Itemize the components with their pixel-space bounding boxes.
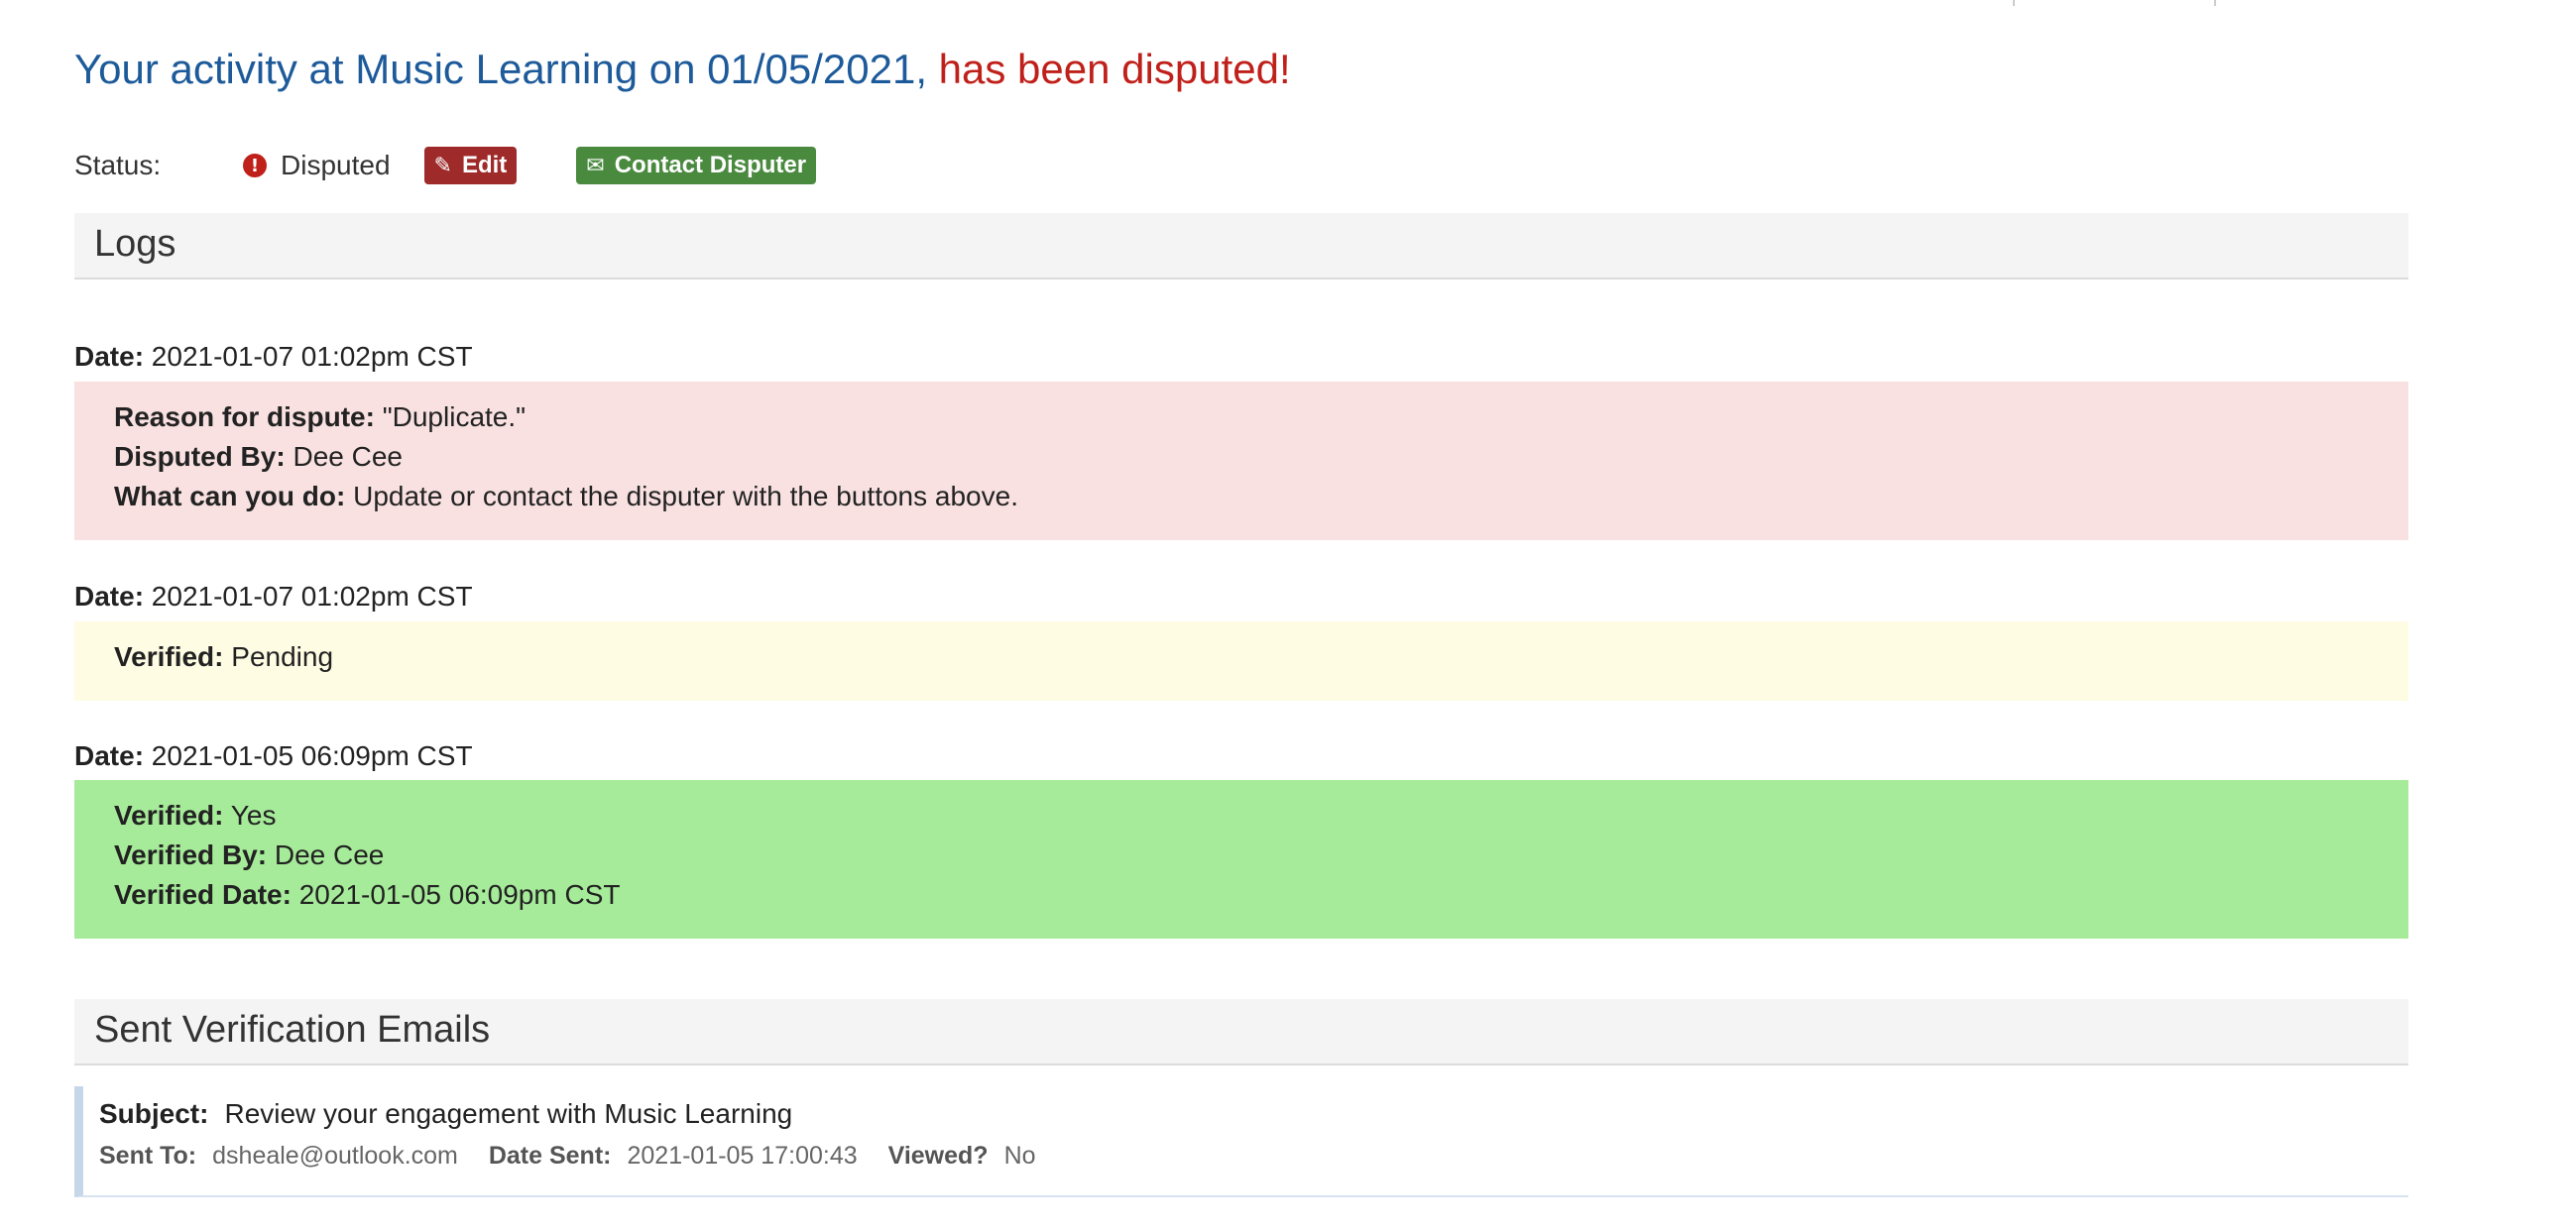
log-line-value: Dee Cee bbox=[274, 839, 385, 870]
email-subject-line: Subject: Review your engagement with Musi… bbox=[99, 1098, 2408, 1130]
envelope-icon: ✉ bbox=[586, 153, 605, 178]
log-entry-verified: Verified: Yes Verified By: Dee Cee Verif… bbox=[74, 780, 2408, 939]
log-line-label: Disputed By: bbox=[114, 441, 286, 472]
log-date-line: Date: 2021-01-05 06:09pm CST bbox=[74, 740, 473, 772]
email-date-sent-label: Date Sent: bbox=[488, 1142, 612, 1170]
log-line: Reason for dispute: "Duplicate." bbox=[114, 397, 2369, 437]
log-date-value: 2021-01-05 06:09pm CST bbox=[151, 740, 473, 771]
log-line: Verified Date: 2021-01-05 06:09pm CST bbox=[114, 875, 2369, 915]
log-line: Verified: Yes bbox=[114, 796, 2369, 836]
page-title-status: has been disputed! bbox=[938, 46, 1291, 92]
email-meta-line: Sent To: dsheale@outlook.com Date Sent: 20… bbox=[99, 1142, 2408, 1171]
log-line-value: Dee Cee bbox=[293, 441, 403, 472]
log-line-value: "Duplicate." bbox=[382, 401, 527, 432]
logs-heading: Logs bbox=[94, 223, 176, 265]
status-label: Status: bbox=[74, 150, 162, 180]
page-title: Your activity at Music Learning on 01/05… bbox=[74, 40, 1291, 99]
emails-heading: Sent Verification Emails bbox=[94, 1009, 491, 1051]
top-edge-marks bbox=[2013, 0, 2216, 6]
email-subject-value: Review your engagement with Music Learni… bbox=[224, 1098, 793, 1129]
exclamation-circle-icon: ! bbox=[243, 154, 267, 177]
log-date-label: Date: bbox=[74, 341, 145, 372]
email-sent-to-label: Sent To: bbox=[99, 1142, 197, 1170]
email-date-sent-value: 2021-01-05 17:00:43 bbox=[627, 1142, 858, 1170]
pencil-icon: ✎ bbox=[433, 153, 452, 178]
log-line-value: Pending bbox=[231, 641, 334, 672]
email-viewed-label: Viewed? bbox=[887, 1142, 989, 1170]
log-date-label: Date: bbox=[74, 740, 145, 771]
log-entry-disputed: Reason for dispute: "Duplicate." Dispute… bbox=[74, 382, 2408, 540]
logs-section-header: Logs bbox=[74, 213, 2408, 280]
email-card: Subject: Review your engagement with Musi… bbox=[74, 1086, 2408, 1197]
log-date-line: Date: 2021-01-07 01:02pm CST bbox=[74, 581, 473, 613]
log-line-value: 2021-01-05 06:09pm CST bbox=[298, 879, 621, 910]
log-line-value: Yes bbox=[230, 800, 277, 831]
status-value: Disputed bbox=[281, 150, 391, 180]
email-viewed-value: No bbox=[1003, 1142, 1036, 1170]
log-date-line: Date: 2021-01-07 01:02pm CST bbox=[74, 341, 473, 373]
log-date-value: 2021-01-07 01:02pm CST bbox=[151, 581, 473, 612]
log-date-value: 2021-01-07 01:02pm CST bbox=[151, 341, 473, 372]
emails-section-header: Sent Verification Emails bbox=[74, 999, 2408, 1065]
log-line: Verified By: Dee Cee bbox=[114, 836, 2369, 875]
status-row: Status: ! Disputed ✎ Edit ✉ Contact Disp… bbox=[74, 144, 817, 187]
log-line: Disputed By: Dee Cee bbox=[114, 437, 2369, 477]
email-sent-to-value: dsheale@outlook.com bbox=[212, 1142, 458, 1170]
edit-button[interactable]: ✎ Edit bbox=[423, 147, 518, 184]
log-date-label: Date: bbox=[74, 581, 145, 612]
log-line-label: What can you do: bbox=[114, 481, 346, 511]
log-line-label: Verified Date: bbox=[114, 879, 292, 910]
page-title-prefix: Your activity at Music Learning on 01/05… bbox=[74, 46, 927, 92]
log-line-value: Update or contact the disputer with the … bbox=[353, 481, 1018, 511]
log-line-label: Verified: bbox=[114, 800, 224, 831]
log-line: Verified: Pending bbox=[114, 637, 2369, 677]
contact-disputer-label: Contact Disputer bbox=[614, 152, 807, 178]
log-entry-pending: Verified: Pending bbox=[74, 621, 2408, 701]
log-line-label: Verified: bbox=[114, 641, 224, 672]
log-line-label: Verified By: bbox=[114, 839, 268, 870]
contact-disputer-button[interactable]: ✉ Contact Disputer bbox=[576, 147, 817, 184]
log-line-label: Reason for dispute: bbox=[114, 401, 375, 432]
log-line: What can you do: Update or contact the d… bbox=[114, 477, 2369, 516]
email-subject-label: Subject: bbox=[99, 1098, 209, 1129]
edit-button-label: Edit bbox=[461, 152, 508, 178]
